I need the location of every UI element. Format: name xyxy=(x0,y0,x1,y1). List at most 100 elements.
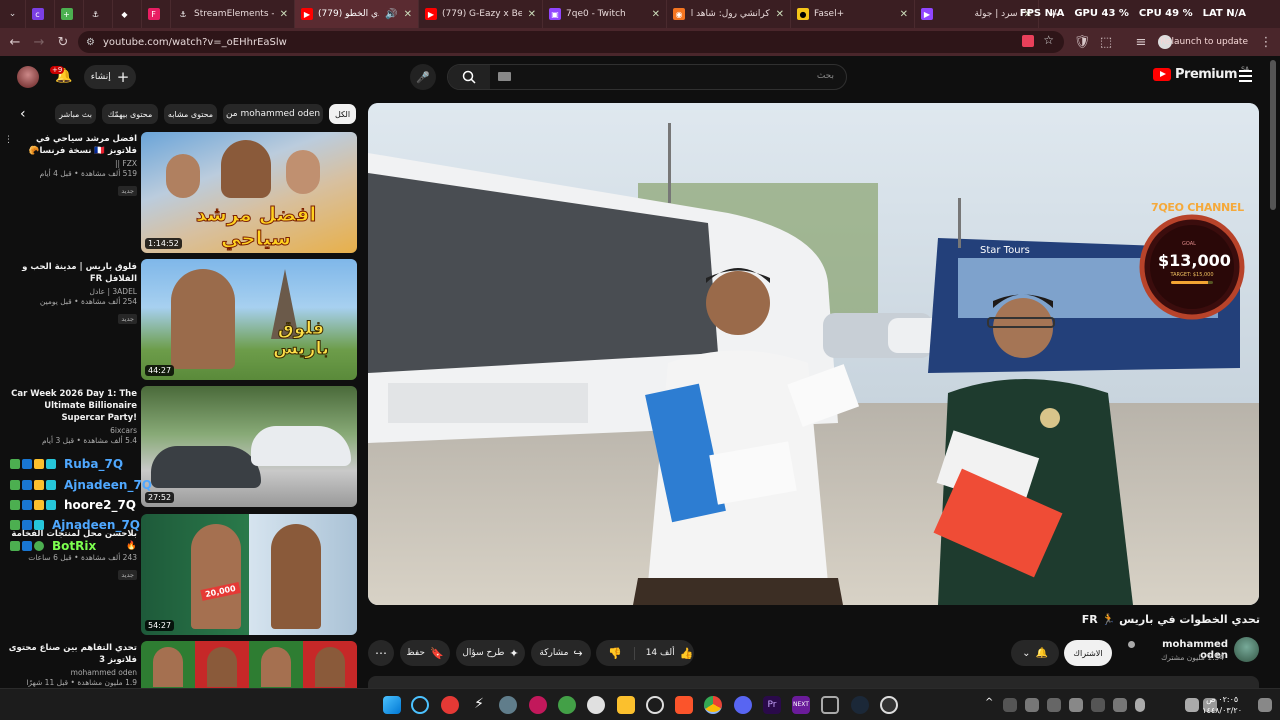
tab-list-button[interactable]: ⌄ xyxy=(0,0,26,28)
close-icon[interactable]: ✕ xyxy=(404,9,412,20)
voice-search-button[interactable]: 🎤 xyxy=(410,64,436,90)
brave-icon[interactable] xyxy=(675,696,693,714)
microphone-icon[interactable] xyxy=(1135,698,1145,712)
chip-for-you[interactable]: محتوى بيهمّك xyxy=(102,104,158,124)
forward-button[interactable]: → xyxy=(27,30,51,54)
close-icon[interactable]: ✕ xyxy=(280,9,288,20)
tab-streamelements[interactable]: ⚓ StreamElements - 7q... ✕ xyxy=(171,0,295,28)
tab-youtube-active[interactable]: ▶ (779) تحدي الخطو... 🔊 ✕ xyxy=(295,0,419,28)
tab-fasel[interactable]: ● Fasel+ ✕ xyxy=(791,0,915,28)
more-actions-button[interactable]: ⋯ xyxy=(368,640,394,666)
channel-avatar[interactable] xyxy=(1234,637,1259,662)
hamburger-menu-icon[interactable] xyxy=(1239,70,1252,82)
recommendation-thumbnail[interactable] xyxy=(141,641,357,688)
search-box[interactable]: بحث xyxy=(447,64,847,90)
tab-youtube-geazy[interactable]: ▶ (779) G-Eazy x Bebe R... ✕ xyxy=(419,0,543,28)
recommendation-meta[interactable]: Car Week 2026 Day 1: The Ultimate Billio… xyxy=(4,388,137,445)
tab-pinned-1[interactable]: c xyxy=(26,0,55,28)
extensions-icon[interactable]: ⬚ xyxy=(1094,30,1118,54)
settings-icon[interactable] xyxy=(499,696,517,714)
chip-live[interactable]: بث مباشر xyxy=(55,104,96,124)
recommendation-thumbnail[interactable]: 20,000 54:27 xyxy=(141,514,357,635)
obs-icon[interactable] xyxy=(880,696,898,714)
avatar[interactable] xyxy=(17,66,39,88)
tray-app-icon[interactable] xyxy=(1003,698,1017,712)
recommendation-thumbnail[interactable]: فلوق باريس 44:27 xyxy=(141,259,357,380)
bookmark-star-icon[interactable]: ☆ xyxy=(1043,33,1054,47)
tab-pinned-5[interactable]: F xyxy=(142,0,171,28)
premiere-icon[interactable]: Pr xyxy=(763,696,781,714)
recommendation-meta[interactable]: فلوق باريس | مدينة الحب و الفلافل FR 3AD… xyxy=(4,261,137,325)
video-title[interactable]: فلوق باريس | مدينة الحب و الفلافل FR xyxy=(4,261,137,285)
speaker-icon[interactable]: 🔊 xyxy=(385,9,397,20)
recommendation-thumbnail[interactable]: 27:52 xyxy=(141,386,357,507)
description-box[interactable] xyxy=(368,676,1259,688)
tray-app-icon[interactable] xyxy=(1025,698,1039,712)
relaunch-button[interactable]: Relaunch to update xyxy=(1154,33,1254,51)
search-icon[interactable] xyxy=(411,696,429,714)
channel-name[interactable]: 3ADEL | عادل xyxy=(4,287,137,296)
tray-app-icon[interactable] xyxy=(1113,698,1127,712)
app-icon[interactable] xyxy=(587,696,605,714)
install-app-icon[interactable] xyxy=(1022,35,1034,47)
chip-all[interactable]: الكل xyxy=(329,104,356,124)
shield-extension-icon[interactable]: 🛡 xyxy=(1070,30,1094,54)
address-bar[interactable]: ⚙ youtube.com/watch?v=_oEHhrEaSlw ☆ xyxy=(78,31,1064,53)
app-icon[interactable] xyxy=(646,696,664,714)
notification-bell-button[interactable]: ⌄ 🔔 xyxy=(1011,640,1059,666)
keyboard-icon[interactable] xyxy=(498,72,511,81)
app-icon[interactable] xyxy=(529,696,547,714)
channel-name[interactable]: 6ixcars xyxy=(4,426,137,435)
youtube-premium-logo[interactable]: Premium SA xyxy=(1153,66,1249,82)
steam-icon[interactable] xyxy=(851,696,869,714)
app-icon[interactable] xyxy=(441,696,459,714)
chip-from-channel[interactable]: من mohammed oden xyxy=(223,104,323,124)
video-title[interactable]: Car Week 2026 Day 1: The Ultimate Billio… xyxy=(4,388,137,424)
app-icon[interactable] xyxy=(558,696,576,714)
tab-pinned-3[interactable]: ⚓ xyxy=(84,0,113,28)
video-title[interactable]: افضل مرشد سياحي في فلاتوبز 🇫🇷 نسخة فرنسا… xyxy=(4,133,137,157)
discord-icon[interactable] xyxy=(734,696,752,714)
tab-twitch[interactable]: ▣ 7qe0 - Twitch ✕ xyxy=(543,0,667,28)
search-input[interactable]: بحث xyxy=(817,71,834,81)
tray-app-icon[interactable] xyxy=(1069,698,1083,712)
app-icon[interactable] xyxy=(821,696,839,714)
ask-button[interactable]: طرح سؤال ✦ xyxy=(456,640,525,666)
create-button[interactable]: إنشاء + xyxy=(84,65,136,89)
windows-start-icon[interactable] xyxy=(383,696,401,714)
file-explorer-icon[interactable] xyxy=(617,696,635,714)
app-icon[interactable]: ⚡ xyxy=(470,696,488,714)
subscribe-button[interactable]: الاشتراك xyxy=(1064,640,1112,666)
tray-app-icon[interactable] xyxy=(1047,698,1061,712)
dislike-button[interactable]: 👎 xyxy=(597,646,635,660)
search-button[interactable] xyxy=(448,65,490,89)
tab-crunchyroll[interactable]: ◉ كرانشي رول: شاهد أنيم... ✕ xyxy=(667,0,791,28)
recommendation-thumbnail[interactable]: افضل مرشد سياحي 1:14:52 xyxy=(141,132,357,253)
video-title[interactable]: تحدي التفاهم بين صناع محتوى فلاتوبز 3 xyxy=(4,642,137,666)
reload-button[interactable]: ↻ xyxy=(51,30,75,54)
system-clock[interactable]: ٠٢:٠٥ ص ١٤٤٨/٠٣/٢٠ xyxy=(1202,694,1242,716)
kebab-menu-icon[interactable]: ⋮ xyxy=(1254,30,1278,54)
tray-chevron-icon[interactable]: ^ xyxy=(985,697,993,708)
tray-app-icon[interactable] xyxy=(1091,698,1105,712)
save-button[interactable]: حفظ 🔖 xyxy=(400,640,450,666)
notifications-icon[interactable] xyxy=(1258,698,1272,712)
back-button[interactable]: ← xyxy=(3,30,27,54)
tab-pinned-2[interactable]: + xyxy=(55,0,84,28)
recommendation-meta[interactable]: تحدي التفاهم بين صناع محتوى فلاتوبز 3 mo… xyxy=(4,642,137,687)
thumbs-up-icon[interactable]: 👍 xyxy=(680,647,694,660)
media-control-icon[interactable]: ≡ xyxy=(1129,30,1153,54)
site-info-icon[interactable]: ⚙ xyxy=(86,37,95,48)
page-scrollbar[interactable] xyxy=(1270,60,1276,210)
recommendation-meta[interactable]: افضل مرشد سياحي في فلاتوبز 🇫🇷 نسخة فرنسا… xyxy=(4,133,137,197)
chrome-icon[interactable] xyxy=(704,696,722,714)
close-icon[interactable]: ✕ xyxy=(652,9,660,20)
channel-name[interactable]: mohammed oden xyxy=(4,668,137,677)
kebab-menu-icon[interactable]: ⋮ xyxy=(4,135,13,145)
channel-name[interactable]: FZX || xyxy=(4,159,137,168)
network-icon[interactable] xyxy=(1185,698,1199,712)
app-icon[interactable]: NEXT xyxy=(792,696,810,714)
close-icon[interactable]: ✕ xyxy=(776,9,784,20)
tab-pinned-4[interactable]: ◆ xyxy=(113,0,142,28)
close-icon[interactable]: ✕ xyxy=(528,9,536,20)
